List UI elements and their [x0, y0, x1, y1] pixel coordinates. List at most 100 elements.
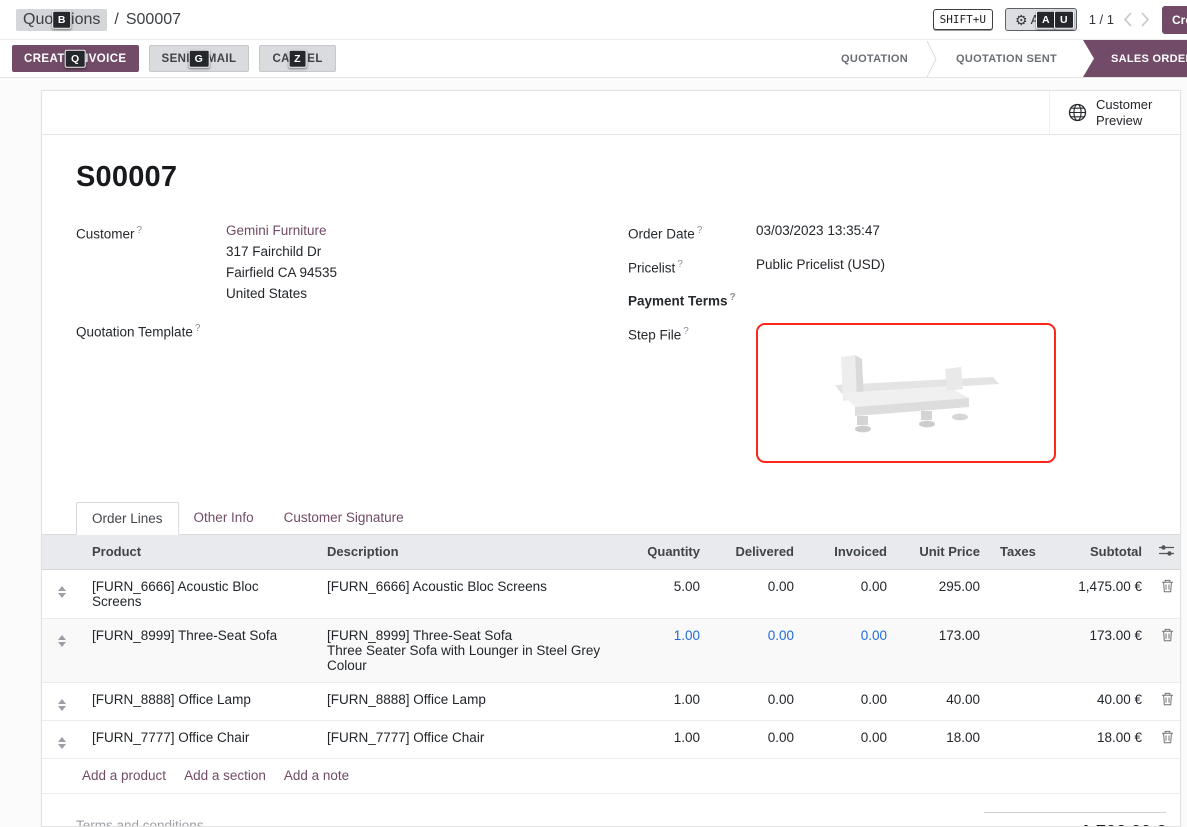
- column-header-product[interactable]: Product: [82, 535, 317, 570]
- customer-address-line2: Fairfield CA 94535: [226, 262, 337, 283]
- column-header-subtotal[interactable]: Subtotal: [1052, 535, 1152, 570]
- customer-preview-label: Customer Preview: [1096, 97, 1162, 129]
- cell-invoiced[interactable]: 0.00: [804, 720, 897, 758]
- description-line2: Three Seater Sofa with Lounger in Steel …: [327, 643, 610, 673]
- cell-subtotal: 18.00 €: [1052, 720, 1152, 758]
- drag-handle[interactable]: [42, 682, 82, 720]
- column-header-delivered[interactable]: Delivered: [710, 535, 804, 570]
- stage-separator-icon: [926, 40, 938, 77]
- line-add-links: Add a product Add a section Add a note: [42, 759, 1180, 794]
- drag-handle[interactable]: [42, 618, 82, 682]
- table-row[interactable]: [FURN_7777] Office Chair [FURN_7777] Off…: [42, 720, 1180, 758]
- add-note-link[interactable]: Add a note: [284, 768, 349, 783]
- cell-description[interactable]: [FURN_8999] Three-Seat Sofa Three Seater…: [317, 618, 620, 682]
- cell-taxes[interactable]: [990, 569, 1052, 618]
- cell-invoiced[interactable]: 0.00: [804, 682, 897, 720]
- cell-quantity[interactable]: 1.00: [620, 618, 710, 682]
- cell-quantity[interactable]: 1.00: [620, 682, 710, 720]
- tab-order-lines[interactable]: Order Lines: [76, 502, 179, 535]
- drag-handle[interactable]: [42, 720, 82, 758]
- pager-next-button[interactable]: [1141, 12, 1150, 27]
- help-icon: ?: [195, 323, 201, 334]
- cell-description[interactable]: [FURN_8888] Office Lamp: [317, 682, 620, 720]
- breadcrumb-quotations[interactable]: Quotations B: [16, 9, 107, 31]
- field-group-right: Order Date? 03/03/2023 13:35:47 Pricelis…: [628, 220, 1146, 472]
- cell-taxes[interactable]: [990, 720, 1052, 758]
- cell-invoiced[interactable]: 0.00: [804, 569, 897, 618]
- cell-delivered[interactable]: 0.00: [710, 618, 804, 682]
- step-file-image-widget[interactable]: [756, 323, 1056, 463]
- customer-field-value: Gemini Furniture 317 Fairchild Dr Fairfi…: [226, 220, 337, 304]
- cell-taxes[interactable]: [990, 682, 1052, 720]
- column-header-quantity[interactable]: Quantity: [620, 535, 710, 570]
- tab-customer-signature[interactable]: Customer Signature: [269, 502, 419, 534]
- stage-quotation-sent[interactable]: QUOTATION SENT: [938, 40, 1075, 77]
- cell-quantity[interactable]: 5.00: [620, 569, 710, 618]
- hotkey-badge-g: G: [189, 49, 210, 68]
- tab-other-info[interactable]: Other Info: [179, 502, 269, 534]
- order-date-field-value[interactable]: 03/03/2023 13:35:47: [756, 220, 880, 241]
- pricelist-field-value[interactable]: Public Pricelist (USD): [756, 254, 885, 275]
- gear-icon: ⚙: [1015, 13, 1028, 27]
- send-email-button[interactable]: SEND EMAIL G: [149, 45, 250, 72]
- cell-unit-price[interactable]: 18.00: [897, 720, 990, 758]
- field-row-customer: Customer? Gemini Furniture 317 Fairchild…: [76, 220, 628, 304]
- cell-product[interactable]: [FURN_6666] Acoustic Bloc Screens: [82, 569, 317, 618]
- customer-address-line1: 317 Fairchild Dr: [226, 241, 337, 262]
- field-grid: Customer? Gemini Furniture 317 Fairchild…: [76, 220, 1146, 472]
- optional-columns-button[interactable]: [1152, 535, 1180, 570]
- customer-preview-button[interactable]: Customer Preview: [1049, 91, 1180, 134]
- help-icon: ?: [730, 292, 736, 303]
- stage-sales-order[interactable]: SALES ORDER: [1083, 40, 1187, 77]
- breadcrumb-separator: /: [114, 11, 118, 29]
- column-header-invoiced[interactable]: Invoiced: [804, 535, 897, 570]
- table-row[interactable]: [FURN_8999] Three-Seat Sofa [FURN_8999] …: [42, 618, 1180, 682]
- drag-handle[interactable]: [42, 569, 82, 618]
- create-button[interactable]: Create: [1162, 6, 1187, 34]
- field-row-payment-terms: Payment Terms?: [628, 287, 1146, 312]
- hotkey-badge-a: A: [1036, 10, 1056, 29]
- column-header-taxes[interactable]: Taxes: [990, 535, 1052, 570]
- cell-product[interactable]: [FURN_8999] Three-Seat Sofa: [82, 618, 317, 682]
- cell-delivered[interactable]: 0.00: [710, 682, 804, 720]
- cell-unit-price[interactable]: 173.00: [897, 618, 990, 682]
- cell-unit-price[interactable]: 295.00: [897, 569, 990, 618]
- add-section-link[interactable]: Add a section: [184, 768, 266, 783]
- cell-unit-price[interactable]: 40.00: [897, 682, 990, 720]
- pager-previous-button[interactable]: [1123, 12, 1132, 27]
- cell-product[interactable]: [FURN_8888] Office Lamp: [82, 682, 317, 720]
- cell-taxes[interactable]: [990, 618, 1052, 682]
- cell-delivered[interactable]: 0.00: [710, 569, 804, 618]
- chevron-right-icon: [1142, 13, 1148, 26]
- cell-quantity[interactable]: 1.00: [620, 720, 710, 758]
- column-header-unit-price[interactable]: Unit Price: [897, 535, 990, 570]
- notebook-tabs: Order Lines Other Info Customer Signatur…: [42, 502, 1180, 535]
- cell-invoiced[interactable]: 0.00: [804, 618, 897, 682]
- hotkey-badge-u: U: [1054, 10, 1074, 29]
- field-row-step-file: Step File?: [628, 321, 1146, 463]
- create-invoice-button[interactable]: CREATE INVOICE Q: [12, 45, 139, 72]
- field-row-order-date: Order Date? 03/03/2023 13:35:47: [628, 220, 1146, 245]
- stage-quotation[interactable]: QUOTATION: [823, 40, 926, 77]
- customer-link[interactable]: Gemini Furniture: [226, 220, 337, 241]
- pager: 1 / 1: [1089, 12, 1150, 27]
- terms-and-conditions-input[interactable]: Terms and conditions...: [76, 812, 215, 827]
- table-row[interactable]: [FURN_8888] Office Lamp [FURN_8888] Offi…: [42, 682, 1180, 720]
- trash-icon: [1161, 628, 1174, 642]
- column-header-description[interactable]: Description: [317, 535, 620, 570]
- drag-handle-icon: [58, 734, 66, 749]
- cell-product[interactable]: [FURN_7777] Office Chair: [82, 720, 317, 758]
- delete-line-button[interactable]: [1152, 720, 1180, 758]
- cell-description[interactable]: [FURN_6666] Acoustic Bloc Screens: [317, 569, 620, 618]
- field-row-pricelist: Pricelist? Public Pricelist (USD): [628, 254, 1146, 279]
- add-product-link[interactable]: Add a product: [82, 768, 166, 783]
- help-icon: ?: [137, 225, 143, 236]
- cancel-button[interactable]: CANCEL Z: [259, 45, 335, 72]
- cell-description[interactable]: [FURN_7777] Office Chair: [317, 720, 620, 758]
- delete-line-button[interactable]: [1152, 569, 1180, 618]
- action-menu-button[interactable]: ⚙ Action A U: [1005, 8, 1077, 31]
- cell-delivered[interactable]: 0.00: [710, 720, 804, 758]
- table-row[interactable]: [FURN_6666] Acoustic Bloc Screens [FURN_…: [42, 569, 1180, 618]
- delete-line-button[interactable]: [1152, 682, 1180, 720]
- delete-line-button[interactable]: [1152, 618, 1180, 682]
